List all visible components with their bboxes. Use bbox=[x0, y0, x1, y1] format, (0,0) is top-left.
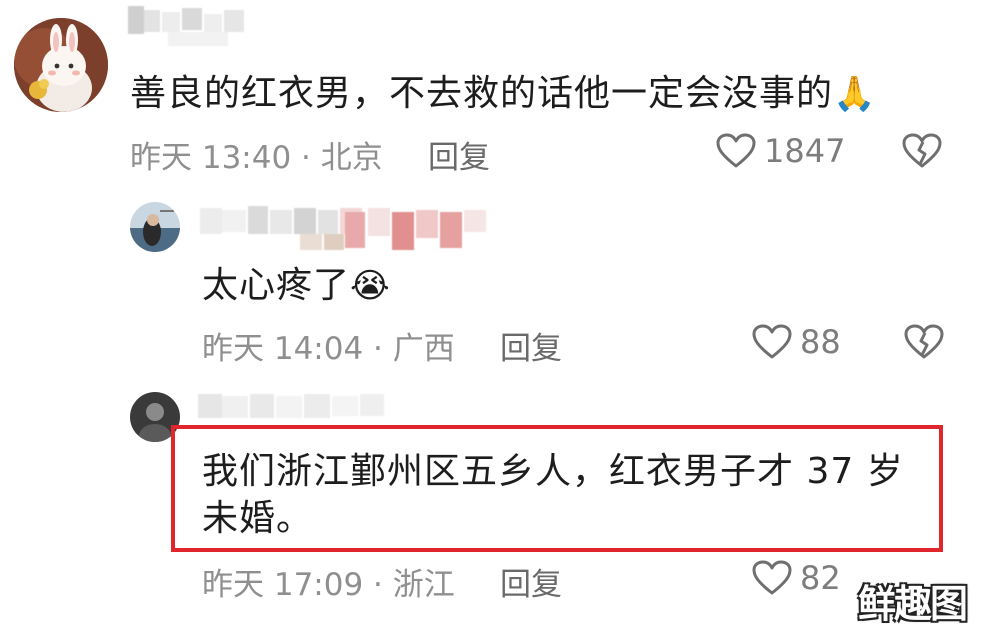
comment-body: 太心疼了 bbox=[202, 265, 351, 306]
praying-hands-icon: 🙏 bbox=[833, 74, 877, 114]
broken-heart-icon[interactable] bbox=[904, 324, 944, 364]
rabbit-avatar-image bbox=[14, 18, 108, 112]
crying-face-icon: 😭 bbox=[350, 266, 391, 306]
comment-meta-3: 昨天 17:09 · 浙江 bbox=[202, 567, 455, 603]
heart-outline-icon[interactable] bbox=[716, 133, 756, 173]
username-obscured-2[interactable] bbox=[200, 200, 490, 256]
reply-button-1[interactable]: 回复 bbox=[428, 132, 490, 177]
like-count-2: 88 bbox=[800, 323, 841, 361]
heart-outline-icon[interactable] bbox=[752, 560, 792, 600]
avatar-user-2[interactable] bbox=[130, 202, 180, 252]
comment-text-3-line-2: 未婚。 bbox=[202, 498, 314, 539]
reply-button-2[interactable]: 回复 bbox=[500, 323, 562, 368]
comment-meta-2: 昨天 14:04 · 广西 bbox=[202, 331, 455, 367]
comment-meta-1: 昨天 13:40 · 北京 bbox=[130, 140, 383, 176]
username-obscured-3[interactable] bbox=[198, 394, 388, 424]
username-obscured-1[interactable] bbox=[128, 6, 248, 46]
avatar-user-1[interactable] bbox=[14, 18, 108, 112]
reply-button-3[interactable]: 回复 bbox=[500, 559, 562, 604]
like-count-1: 1847 bbox=[764, 132, 846, 170]
heart-outline-icon[interactable] bbox=[752, 324, 792, 364]
broken-heart-icon[interactable] bbox=[902, 133, 942, 173]
avatar-image bbox=[130, 202, 180, 252]
comment-text-1: 善良的红衣男，不去救的话他一定会没事的🙏 bbox=[130, 72, 876, 116]
comment-text-3-line-1: 我们浙江鄞州区五乡人，红衣男子才 37 岁 bbox=[202, 451, 904, 492]
watermark: 鲜趣图 bbox=[858, 582, 968, 626]
comment-body: 善良的红衣男，不去救的话他一定会没事的 bbox=[130, 73, 834, 114]
like-count-3: 82 bbox=[800, 559, 841, 597]
comment-text-2: 太心疼了😭 bbox=[202, 264, 391, 308]
